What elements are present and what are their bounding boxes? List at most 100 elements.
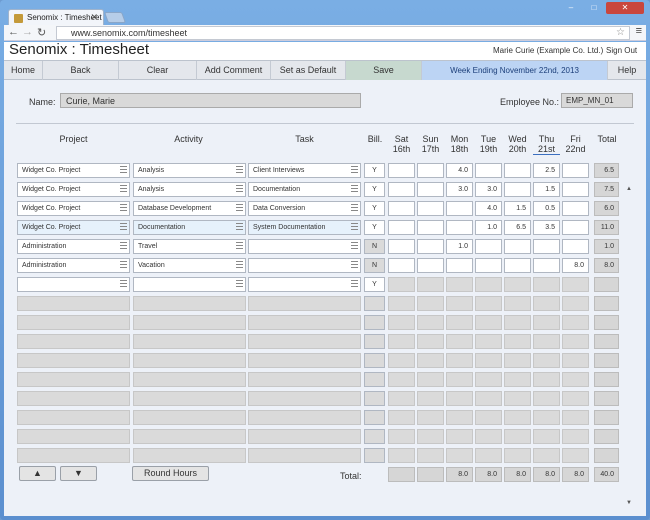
list-icon[interactable] <box>351 185 358 192</box>
list-icon[interactable] <box>120 166 127 173</box>
list-icon[interactable] <box>120 280 127 287</box>
bookmark-star-icon[interactable]: ☆ <box>616 27 625 38</box>
hours-input[interactable]: 2.5 <box>533 163 560 178</box>
hours-input[interactable] <box>388 201 415 216</box>
hours-input[interactable] <box>417 182 444 197</box>
hours-input[interactable] <box>562 220 589 235</box>
task-select[interactable]: System Documentation <box>248 220 361 235</box>
hours-input[interactable] <box>504 163 531 178</box>
address-bar[interactable]: www.senomix.com/timesheet ☆ <box>56 26 630 40</box>
close-tab-icon[interactable]: ✕ <box>90 12 98 23</box>
hours-input[interactable]: 3.5 <box>533 220 560 235</box>
hours-input[interactable] <box>388 182 415 197</box>
activity-select[interactable]: Travel <box>133 239 246 254</box>
list-icon[interactable] <box>351 166 358 173</box>
list-icon[interactable] <box>120 185 127 192</box>
hours-input[interactable]: 3.0 <box>475 182 502 197</box>
hours-input[interactable] <box>504 182 531 197</box>
activity-select[interactable]: Analysis <box>133 163 246 178</box>
list-icon[interactable] <box>120 261 127 268</box>
hours-input[interactable]: 1.5 <box>533 182 560 197</box>
hours-input[interactable] <box>388 220 415 235</box>
billable-toggle[interactable]: Y <box>364 182 385 197</box>
hours-input[interactable] <box>475 258 502 273</box>
back-button[interactable]: Back <box>43 61 119 80</box>
billable-toggle[interactable]: Y <box>364 277 385 292</box>
project-select[interactable]: Widget Co. Project <box>17 220 130 235</box>
scroll-down-icon[interactable]: ▼ <box>626 500 632 506</box>
activity-select[interactable] <box>133 277 246 292</box>
help-button[interactable]: Help <box>608 61 646 80</box>
save-button[interactable]: Save <box>346 61 422 80</box>
hours-input[interactable] <box>475 239 502 254</box>
list-icon[interactable] <box>120 242 127 249</box>
move-up-button[interactable]: ▲ <box>19 466 56 481</box>
back-arrow-icon[interactable]: ← <box>8 26 19 38</box>
project-select[interactable] <box>17 277 130 292</box>
hours-input[interactable] <box>417 163 444 178</box>
hours-input[interactable]: 4.0 <box>446 163 473 178</box>
hours-input[interactable]: 3.0 <box>446 182 473 197</box>
maximize-icon[interactable]: □ <box>583 2 605 14</box>
list-icon[interactable] <box>236 166 243 173</box>
hours-input[interactable]: 1.5 <box>504 201 531 216</box>
list-icon[interactable] <box>351 223 358 230</box>
billable-toggle[interactable]: Y <box>364 220 385 235</box>
hours-input[interactable]: 4.0 <box>475 201 502 216</box>
scrollbar[interactable]: ▲ ▼ <box>625 186 633 506</box>
activity-select[interactable]: Database Development <box>133 201 246 216</box>
list-icon[interactable] <box>236 204 243 211</box>
project-select[interactable]: Widget Co. Project <box>17 163 130 178</box>
hours-input[interactable]: 8.0 <box>562 258 589 273</box>
hours-input[interactable] <box>388 239 415 254</box>
move-down-button[interactable]: ▼ <box>60 466 97 481</box>
list-icon[interactable] <box>236 185 243 192</box>
billable-toggle[interactable]: N <box>364 258 385 273</box>
hours-input[interactable] <box>446 201 473 216</box>
hours-input[interactable] <box>533 239 560 254</box>
list-icon[interactable] <box>120 223 127 230</box>
week-ending-label[interactable]: Week Ending November 22nd, 2013 <box>422 61 608 80</box>
close-window-icon[interactable]: ✕ <box>606 2 644 14</box>
project-select[interactable]: Administration <box>17 258 130 273</box>
add-comment-button[interactable]: Add Comment <box>197 61 271 80</box>
home-button[interactable]: Home <box>4 61 43 80</box>
hours-input[interactable] <box>504 258 531 273</box>
task-select[interactable]: Client Interviews <box>248 163 361 178</box>
task-select[interactable]: Documentation <box>248 182 361 197</box>
list-icon[interactable] <box>120 204 127 211</box>
hours-input[interactable] <box>504 239 531 254</box>
hours-input[interactable] <box>562 201 589 216</box>
task-select[interactable] <box>248 277 361 292</box>
list-icon[interactable] <box>351 280 358 287</box>
hours-input[interactable] <box>562 163 589 178</box>
browser-tab[interactable]: Senomix : Timesheet ✕ <box>8 9 104 25</box>
list-icon[interactable] <box>351 242 358 249</box>
hours-input[interactable]: 0.5 <box>533 201 560 216</box>
hours-input[interactable] <box>417 220 444 235</box>
billable-toggle[interactable]: Y <box>364 163 385 178</box>
hours-input[interactable]: 1.0 <box>446 239 473 254</box>
forward-arrow-icon[interactable]: → <box>22 26 33 38</box>
hours-input[interactable] <box>533 258 560 273</box>
activity-select[interactable]: Analysis <box>133 182 246 197</box>
list-icon[interactable] <box>351 204 358 211</box>
new-tab-button[interactable] <box>103 12 127 23</box>
hours-input[interactable] <box>417 239 444 254</box>
list-icon[interactable] <box>236 280 243 287</box>
list-icon[interactable] <box>236 242 243 249</box>
list-icon[interactable] <box>236 223 243 230</box>
project-select[interactable]: Administration <box>17 239 130 254</box>
hours-input[interactable] <box>388 258 415 273</box>
task-select[interactable] <box>248 239 361 254</box>
hours-input[interactable] <box>446 258 473 273</box>
hours-input[interactable]: 1.0 <box>475 220 502 235</box>
hours-input[interactable] <box>562 182 589 197</box>
billable-toggle[interactable]: Y <box>364 201 385 216</box>
minimize-icon[interactable]: – <box>560 2 582 14</box>
list-icon[interactable] <box>236 261 243 268</box>
hours-input[interactable] <box>417 201 444 216</box>
activity-select[interactable]: Vacation <box>133 258 246 273</box>
round-hours-button[interactable]: Round Hours <box>132 466 209 481</box>
activity-select[interactable]: Documentation <box>133 220 246 235</box>
